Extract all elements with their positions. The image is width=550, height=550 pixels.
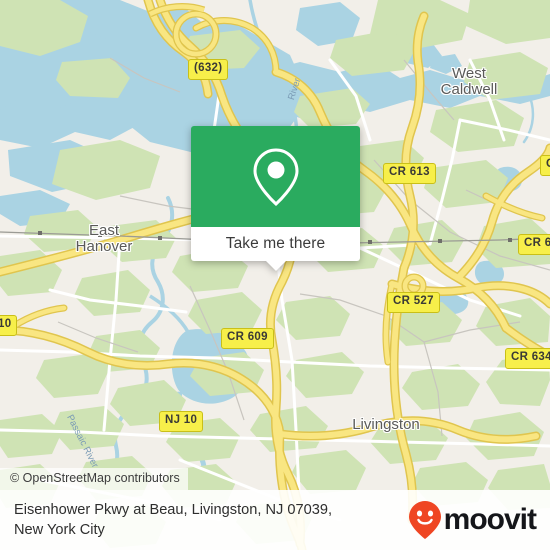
location-popup-card[interactable]: Take me there: [191, 126, 360, 271]
place-label-east-hanover: East Hanover: [75, 222, 133, 255]
map-canvas[interactable]: West Caldwell East Hanover Livingston Ri…: [0, 0, 550, 550]
road-shield-632[interactable]: (632): [188, 59, 229, 80]
address-block: Eisenhower Pkwy at Beau, Livingston, NJ …: [14, 500, 332, 540]
road-shield-cr613-north[interactable]: CR 613: [383, 163, 436, 184]
moovit-wordmark: moovit: [443, 503, 537, 536]
road-shield-nj10[interactable]: NJ 10: [159, 411, 204, 432]
road-shield-cr613-east[interactable]: CR 613: [518, 234, 550, 255]
take-me-there-button[interactable]: Take me there: [191, 227, 360, 261]
take-me-there-label: Take me there: [225, 235, 326, 252]
road-shield-cr609[interactable]: CR 609: [221, 328, 274, 349]
map-pin-icon: [252, 147, 299, 206]
road-shield-cr527[interactable]: CR 527: [387, 292, 440, 313]
road-shield-10-edge[interactable]: 10: [0, 315, 18, 336]
map-screenshot: West Caldwell East Hanover Livingston Ri…: [0, 0, 550, 550]
place-label-livingston: Livingston: [352, 416, 420, 433]
footer-bar: Eisenhower Pkwy at Beau, Livingston, NJ …: [0, 490, 550, 550]
road-shield-cr-edge[interactable]: CR: [540, 155, 550, 176]
moovit-smiley-pin-icon: [408, 501, 441, 539]
address-line-1: Eisenhower Pkwy at Beau, Livingston, NJ …: [14, 502, 332, 518]
moovit-logo[interactable]: moovit: [408, 500, 537, 540]
address-line-2: New York City: [14, 522, 105, 538]
osm-attribution[interactable]: © OpenStreetMap contributors: [0, 468, 188, 490]
popup-pin-panel: [191, 126, 360, 227]
place-label-west-caldwell: West Caldwell: [440, 65, 498, 98]
popup-tail-pointer: [265, 261, 286, 271]
road-shield-cr634[interactable]: CR 634: [505, 348, 550, 369]
